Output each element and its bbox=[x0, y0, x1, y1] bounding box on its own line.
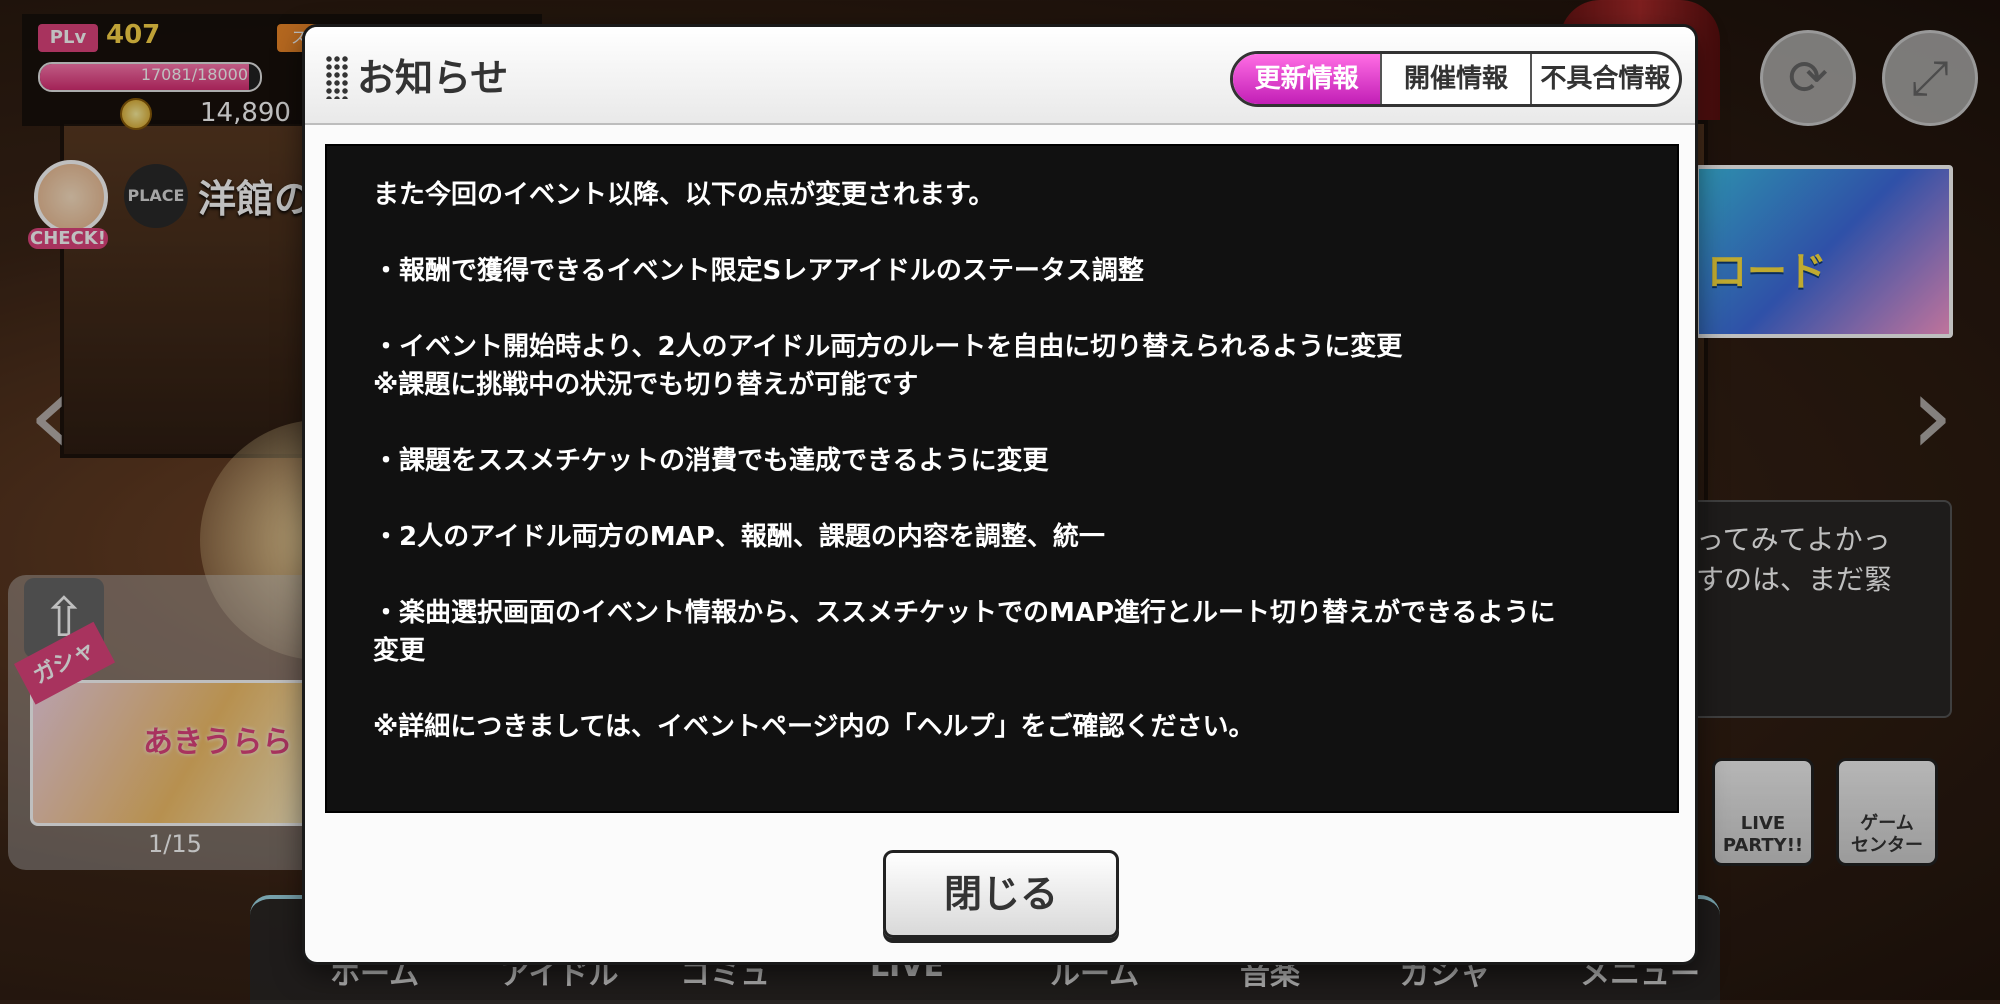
notice-blank-line bbox=[373, 404, 1633, 442]
notice-blank-line bbox=[373, 480, 1633, 518]
notice-blank-line bbox=[373, 214, 1633, 252]
modal-header: お知らせ 更新情報 開催情報 不具合情報 bbox=[305, 27, 1695, 125]
notice-line: ・イベント開始時より、2人のアイドル両方のルートを自由に切り替えられるように変更 bbox=[373, 332, 1403, 362]
notice-content[interactable]: また今回のイベント以降、以下の点が変更されます。 ・報酬で獲得できるイベント限定… bbox=[325, 144, 1679, 813]
notice-line: ・楽曲選択画面のイベント情報から、ススメチケットでのMAP進行とルート切り替えが… bbox=[373, 598, 1556, 628]
notice-line: ※課題に挑戦中の状況でも切り替えが可能です bbox=[373, 370, 919, 400]
tab-bug-info[interactable]: 不具合情報 bbox=[1529, 54, 1679, 104]
tab-event-info[interactable]: 開催情報 bbox=[1380, 54, 1529, 104]
notice-blank-line bbox=[373, 670, 1633, 708]
notice-blank-line bbox=[373, 290, 1633, 328]
notice-line: ・課題をススメチケットの消費でも達成できるように変更 bbox=[373, 446, 1049, 476]
notice-modal: お知らせ 更新情報 開催情報 不具合情報 また今回のイベント以降、以下の点が変更… bbox=[305, 27, 1695, 962]
notice-line: ・2人のアイドル両方のMAP、報酬、課題の内容を調整、統一 bbox=[373, 522, 1105, 552]
modal-title: お知らせ bbox=[357, 56, 509, 100]
notice-line: また今回のイベント以降、以下の点が変更されます。 bbox=[373, 180, 995, 210]
close-button[interactable]: 閉じる bbox=[883, 850, 1119, 938]
notice-line: 変更 bbox=[373, 636, 426, 666]
notice-tabs: 更新情報 開催情報 不具合情報 bbox=[1230, 51, 1682, 107]
tab-update-info[interactable]: 更新情報 bbox=[1233, 54, 1381, 104]
notice-text: また今回のイベント以降、以下の点が変更されます。 ・報酬で獲得できるイベント限定… bbox=[373, 176, 1633, 746]
notice-line: ※詳細につきましては、イベントページ内の「ヘルプ」をご確認ください。 bbox=[373, 712, 1255, 742]
title-dots-icon bbox=[325, 55, 349, 99]
notice-blank-line bbox=[373, 556, 1633, 594]
notice-line: ・報酬で獲得できるイベント限定Sレアアイドルのステータス調整 bbox=[373, 256, 1144, 286]
